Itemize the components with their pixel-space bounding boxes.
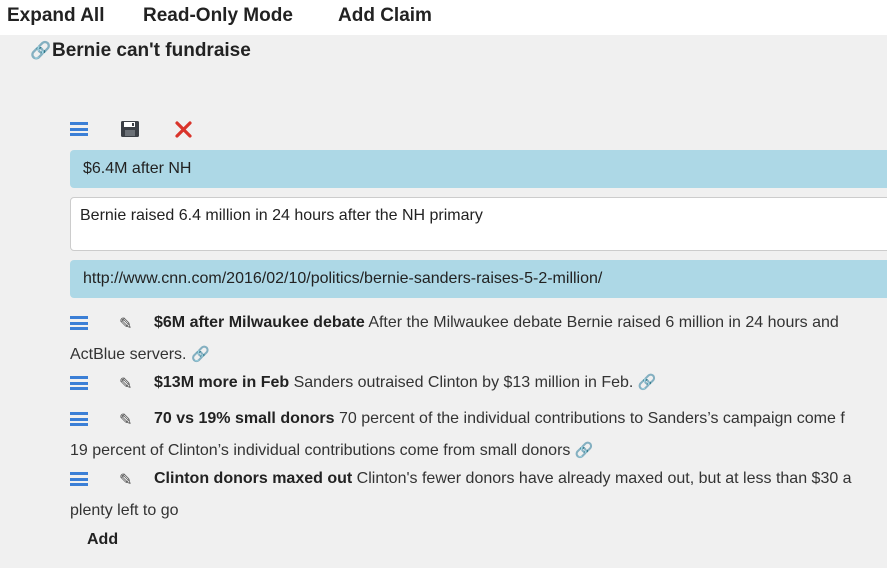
evidence-2-link-icon[interactable]: 🔗 xyxy=(638,374,657,391)
evidence-4-hamburger-icon[interactable] xyxy=(70,472,88,486)
evidence-1-text: After the Milwaukee debate Bernie raised… xyxy=(368,314,839,331)
claim-title-text: Bernie can't fundraise xyxy=(52,40,251,61)
evidence-3-text-cont: 19 percent of Clinton’s individual contr… xyxy=(70,442,571,459)
expand-all-button[interactable]: Expand All xyxy=(7,5,104,27)
evidence-3-line-cont: 19 percent of Clinton’s individual contr… xyxy=(70,441,594,461)
evidence-4-line: Clinton donors maxed out Clinton's fewer… xyxy=(154,469,852,489)
evidence-4-pencil-icon[interactable]: ✎ xyxy=(119,470,132,490)
claim-title: 🔗Bernie can't fundraise xyxy=(30,40,251,62)
evidence-2-hamburger-icon[interactable] xyxy=(70,376,88,390)
evidence-body-textarea[interactable]: Bernie raised 6.4 million in 24 hours af… xyxy=(70,197,887,251)
evidence-3-title: 70 vs 19% small donors xyxy=(154,410,335,427)
evidence-4-line-cont: plenty left to go xyxy=(70,501,179,521)
evidence-4-title: Clinton donors maxed out xyxy=(154,470,353,487)
evidence-2-text: Sanders outraised Clinton by $13 million… xyxy=(293,374,634,391)
evidence-2-title: $13M more in Feb xyxy=(154,374,290,391)
evidence-3-link-icon[interactable]: 🔗 xyxy=(575,442,594,459)
evidence-1-hamburger-icon[interactable] xyxy=(70,316,88,330)
drag-handle-hamburger-icon[interactable] xyxy=(70,122,88,136)
evidence-2-pencil-icon[interactable]: ✎ xyxy=(119,374,132,394)
evidence-2-line: $13M more in Feb Sanders outraised Clint… xyxy=(154,373,657,393)
evidence-4-text: Clinton's fewer donors have already maxe… xyxy=(356,470,852,487)
evidence-1-pencil-icon[interactable]: ✎ xyxy=(119,314,132,334)
evidence-3-pencil-icon[interactable]: ✎ xyxy=(119,410,132,430)
evidence-3-line: 70 vs 19% small donors 70 percent of the… xyxy=(154,409,845,429)
evidence-1-title: $6M after Milwaukee debate xyxy=(154,314,365,331)
evidence-1-link-icon[interactable]: 🔗 xyxy=(191,346,210,363)
read-only-mode-button[interactable]: Read-Only Mode xyxy=(143,5,293,27)
evidence-1-line: $6M after Milwaukee debate After the Mil… xyxy=(154,313,839,333)
page: Expand All Read-Only Mode Add Claim 🔗Ber… xyxy=(0,0,887,568)
link-icon[interactable]: 🔗 xyxy=(30,41,52,61)
evidence-1-line-cont: ActBlue servers. 🔗 xyxy=(70,345,210,365)
top-toolbar: Expand All Read-Only Mode Add Claim xyxy=(0,0,887,35)
delete-close-icon[interactable] xyxy=(175,121,192,143)
evidence-title-input[interactable]: $6.4M after NH xyxy=(70,150,887,188)
save-floppy-icon[interactable] xyxy=(120,120,140,143)
add-evidence-button[interactable]: Add xyxy=(87,531,118,549)
evidence-url-input[interactable]: http://www.cnn.com/2016/02/10/politics/b… xyxy=(70,260,887,298)
evidence-1-text-cont: ActBlue servers. xyxy=(70,346,187,363)
evidence-3-hamburger-icon[interactable] xyxy=(70,412,88,426)
evidence-3-text: 70 percent of the individual contributio… xyxy=(338,410,845,427)
add-claim-button[interactable]: Add Claim xyxy=(338,5,432,27)
evidence-4-text-cont: plenty left to go xyxy=(70,502,179,519)
